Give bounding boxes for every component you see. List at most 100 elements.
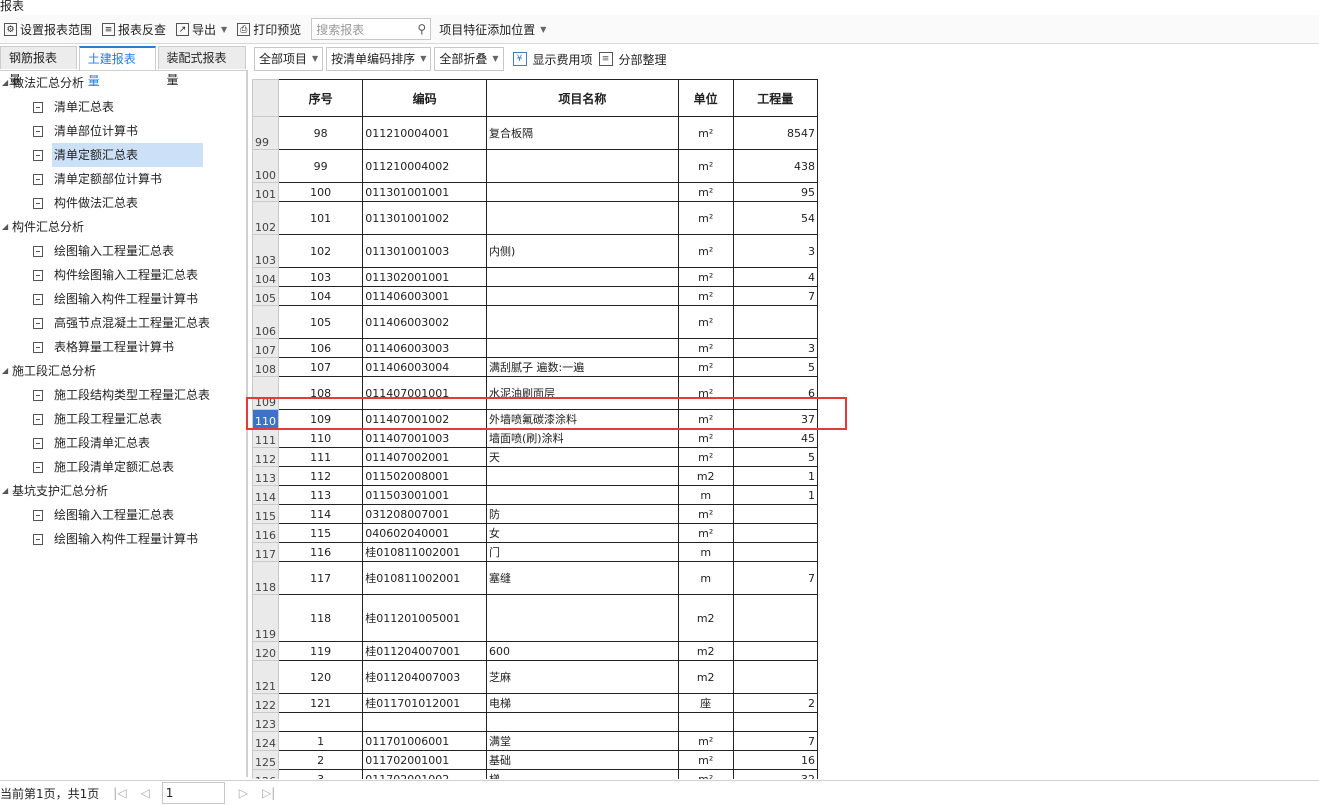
cell-code[interactable]: 011502008001 <box>362 466 487 486</box>
tree-group[interactable]: ◢ 做法汇总分析 <box>0 71 246 95</box>
table-row[interactable]: 116 115 040602040001 女 m² <box>252 523 818 543</box>
cell-name[interactable] <box>486 485 679 505</box>
table-row[interactable]: 122 121 桂011701012001 电梯座 2 <box>252 693 818 713</box>
table-row[interactable]: 1263011702001002梯m²32 <box>252 769 818 779</box>
cell-unit[interactable]: m2 <box>677 466 734 486</box>
row-number[interactable]: 123 <box>252 712 279 732</box>
tree-item[interactable]: 高强节点混凝土工程量汇总表 <box>0 311 246 335</box>
cell-unit[interactable] <box>677 712 734 732</box>
cell-no[interactable]: 100 <box>277 182 364 202</box>
cell-no[interactable]: 110 <box>277 428 364 448</box>
cell-no[interactable]: 111 <box>277 447 364 467</box>
row-number[interactable]: 120 <box>252 641 279 661</box>
cell-name[interactable] <box>486 338 679 358</box>
tree-item-selected[interactable]: 清单定额汇总表 <box>0 143 246 167</box>
cell-unit[interactable]: m <box>677 542 734 562</box>
cell-no[interactable]: 104 <box>277 286 364 306</box>
table-row[interactable]: 113 112 011502008001 m2 1 <box>252 466 818 486</box>
cell-name[interactable]: 梯 <box>486 769 679 779</box>
tree-group[interactable]: ◢ 基坑支护汇总分析 <box>0 479 246 503</box>
cell-qty[interactable]: 4 <box>732 267 818 287</box>
cell-unit[interactable]: m2 <box>677 594 734 642</box>
table-row[interactable]: 103 102 011301001003 内侧) m² 3 <box>252 234 818 268</box>
cell-code[interactable]: 桂010811002001 <box>362 561 487 595</box>
row-number[interactable]: 126 <box>252 769 279 779</box>
cell-name[interactable] <box>486 712 679 732</box>
tree-item[interactable]: 绘图输入构件工程量计算书 <box>0 287 246 311</box>
cell-qty[interactable] <box>732 523 818 543</box>
print-preview-button[interactable]: ⎙ 打印预览 <box>237 21 301 38</box>
cell-qty[interactable]: 5 <box>732 357 818 377</box>
cell-no[interactable]: 116 <box>277 542 364 562</box>
cell-name[interactable]: 门 <box>486 542 679 562</box>
row-number[interactable]: 111 <box>252 428 279 448</box>
cell-code[interactable]: 桂011204007003 <box>362 660 487 694</box>
cell-qty[interactable]: 438 <box>732 149 818 183</box>
cell-unit[interactable]: m² <box>677 428 734 448</box>
table-row[interactable]: 117 116 桂010811002001 门 m <box>252 542 818 562</box>
page-number-input[interactable]: 1 <box>161 782 225 804</box>
cell-code[interactable]: 桂010811002001 <box>362 542 487 562</box>
tree-item[interactable]: 清单汇总表 <box>0 95 246 119</box>
cell-code[interactable]: 桂011201005001 <box>362 594 487 642</box>
cell-qty[interactable]: 95 <box>732 182 818 202</box>
tab-civil[interactable]: 土建报表量 <box>78 46 156 88</box>
cell-qty[interactable]: 54 <box>732 201 818 235</box>
cell-unit[interactable]: m² <box>677 750 734 770</box>
table-row[interactable]: 114 113 011503001001 m 1 <box>252 485 818 505</box>
cell-unit[interactable]: m² <box>677 305 734 339</box>
row-number[interactable]: 116 <box>252 523 279 543</box>
tree-group[interactable]: ◢ 构件汇总分析 <box>0 215 246 239</box>
next-page-icon[interactable]: ▷ <box>239 786 248 800</box>
table-row[interactable]: 104 103 011302001001 m² 4 <box>252 267 818 287</box>
cell-code[interactable]: 011301001003 <box>362 234 487 268</box>
cell-name[interactable]: 满刮腻子 遍数:一遍 <box>486 357 679 377</box>
tree-item[interactable]: 绘图输入工程量汇总表 <box>0 239 246 263</box>
table-row[interactable]: 100 99 011210004002 m² 438 <box>252 149 818 183</box>
cell-no[interactable] <box>277 712 364 732</box>
table-row[interactable]: 121 120 桂011204007003 芝麻 m2 <box>252 660 818 694</box>
cell-no[interactable]: 105 <box>277 305 364 339</box>
cell-code[interactable]: 011701006001 <box>362 731 487 751</box>
cell-code[interactable]: 011301001002 <box>362 201 487 235</box>
cell-no[interactable]: 121 <box>277 693 364 713</box>
tree-item[interactable]: 清单部位计算书 <box>0 119 246 143</box>
row-number[interactable]: 102 <box>252 201 279 235</box>
tab-rebar[interactable]: 钢筋报表量 <box>0 46 77 87</box>
cell-name[interactable]: 满堂 <box>486 731 679 751</box>
cell-name[interactable]: 复合板隔 <box>486 116 679 150</box>
cell-code[interactable]: 桂011701012001 <box>362 693 487 713</box>
cell-no[interactable]: 119 <box>277 641 364 661</box>
cell-unit[interactable]: m <box>677 485 734 505</box>
row-number[interactable]: 118 <box>252 561 279 595</box>
cell-unit[interactable]: m² <box>677 234 734 268</box>
cell-qty[interactable]: 16 <box>732 750 818 770</box>
cell-name[interactable]: 内侧) <box>486 234 679 268</box>
cell-no[interactable]: 117 <box>277 561 364 595</box>
table-row[interactable]: 106 105 011406003002 m² <box>252 305 818 339</box>
cell-name[interactable] <box>486 267 679 287</box>
export-button[interactable]: ↗ 导出 ▼ <box>176 21 227 38</box>
cell-unit[interactable]: m² <box>677 201 734 235</box>
cell-unit[interactable]: 座 <box>677 693 734 713</box>
table-row[interactable]: 112 111 011407002001 天 m² 5 <box>252 447 818 467</box>
cell-no[interactable]: 106 <box>277 338 364 358</box>
cell-qty[interactable]: 2 <box>732 693 818 713</box>
tree-item[interactable]: 构件绘图输入工程量汇总表 <box>0 263 246 287</box>
cell-name[interactable] <box>486 182 679 202</box>
cell-unit[interactable]: m² <box>677 267 734 287</box>
cell-no[interactable]: 3 <box>277 769 364 779</box>
cell-name[interactable]: 墙面喷(刷)涂料 <box>486 428 679 448</box>
tree-item[interactable]: 施工段清单定额汇总表 <box>0 455 246 479</box>
cell-no[interactable]: 115 <box>277 523 364 543</box>
cell-unit[interactable]: m2 <box>677 641 734 661</box>
cell-code[interactable]: 040602040001 <box>362 523 487 543</box>
cell-name[interactable] <box>486 466 679 486</box>
cell-no[interactable]: 114 <box>277 504 364 524</box>
cell-qty[interactable] <box>732 660 818 694</box>
table-row[interactable]: 118 117 桂010811002001 塞缝 m 7 <box>252 561 818 595</box>
cell-name[interactable]: 基础 <box>486 750 679 770</box>
cell-unit[interactable]: m² <box>677 769 734 779</box>
cell-no[interactable]: 102 <box>277 234 364 268</box>
row-number[interactable]: 122 <box>252 693 279 713</box>
